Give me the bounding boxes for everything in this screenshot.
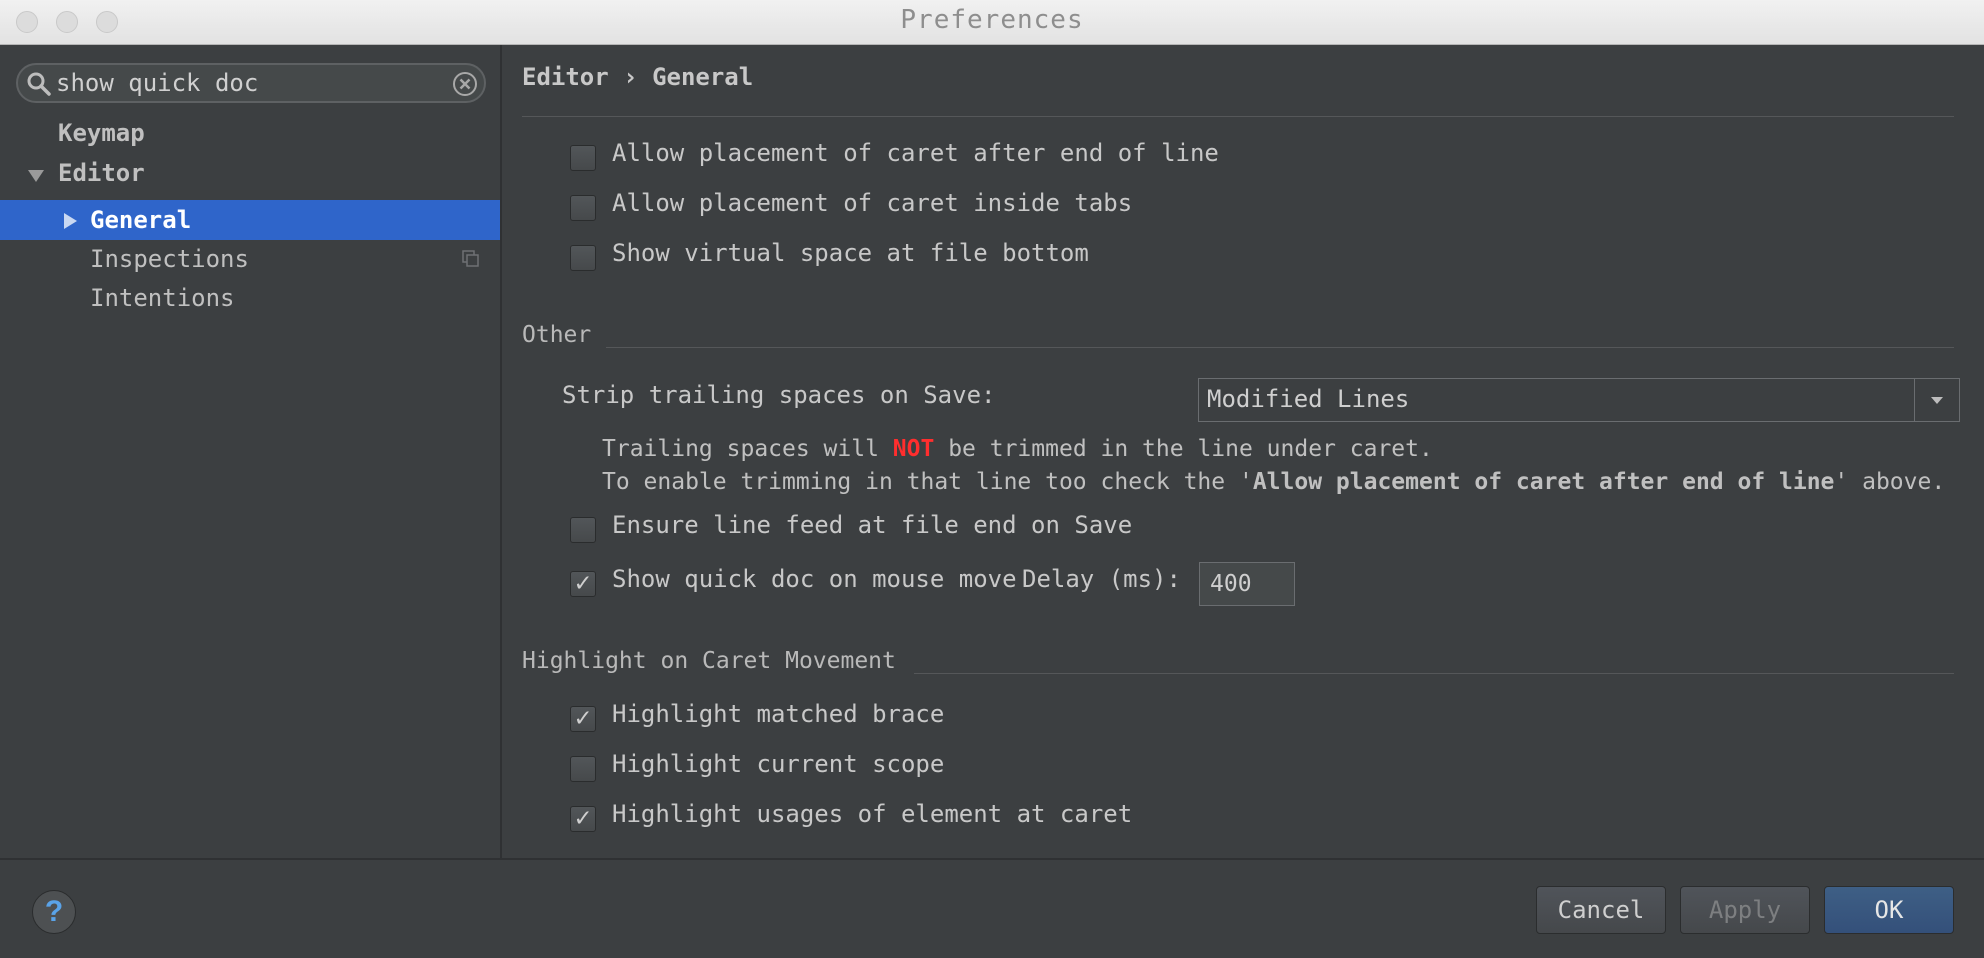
- sidebar-item-editor[interactable]: Editor: [26, 153, 145, 193]
- dialog-footer: ? Cancel Apply OK: [0, 858, 1984, 958]
- hint-emphasis: Allow placement of caret after end of li…: [1252, 469, 1835, 495]
- checkmark-icon: ✓: [575, 703, 591, 733]
- trailing-hint-line2: To enable trimming in that line too chec…: [602, 469, 1945, 495]
- apply-button[interactable]: Apply: [1680, 886, 1810, 934]
- delay-label: Delay (ms):: [1022, 565, 1181, 593]
- sidebar-item-intentions[interactable]: Intentions: [90, 278, 235, 318]
- sidebar-item-label: Editor: [58, 159, 145, 187]
- strip-trailing-select[interactable]: Modified Lines: [1198, 378, 1960, 422]
- ok-button[interactable]: OK: [1824, 886, 1954, 934]
- help-button[interactable]: ?: [32, 890, 76, 934]
- settings-sidebar: Keymap Editor General Inspections Intent…: [0, 45, 502, 858]
- expand-triangle-icon[interactable]: [26, 165, 46, 185]
- group-title-other: Other: [522, 322, 592, 348]
- group-divider: [914, 673, 1954, 674]
- strip-trailing-value: Modified Lines: [1207, 385, 1410, 413]
- checkmark-icon: ✓: [575, 803, 591, 833]
- sidebar-item-keymap[interactable]: Keymap: [58, 113, 145, 153]
- sidebar-item-label: Keymap: [58, 119, 145, 147]
- search-field[interactable]: [16, 63, 486, 103]
- group-title-highlight: Highlight on Caret Movement: [522, 648, 896, 674]
- option-label: Allow placement of caret inside tabs: [612, 189, 1133, 217]
- strip-trailing-label: Strip trailing spaces on Save:: [562, 381, 996, 409]
- window-title: Preferences: [900, 5, 1084, 35]
- checkbox[interactable]: ✓: [570, 568, 596, 598]
- checkbox[interactable]: [570, 517, 596, 543]
- collapse-triangle-icon[interactable]: [60, 211, 80, 231]
- search-icon: [27, 72, 51, 96]
- hint-text: To enable trimming in that line too chec…: [602, 469, 1253, 495]
- breadcrumb-editor[interactable]: Editor: [522, 63, 609, 91]
- settings-content: Editor › General Allow placement of care…: [502, 45, 1984, 858]
- sidebar-item-label: Inspections: [90, 245, 249, 273]
- trailing-hint-line1: Trailing spaces will NOT be trimmed in t…: [602, 436, 1433, 462]
- search-input[interactable]: [56, 65, 446, 101]
- checkbox[interactable]: [570, 245, 596, 271]
- option-label: Highlight usages of element at caret: [612, 800, 1133, 828]
- hint-text: be trimmed in the line under caret.: [934, 436, 1433, 462]
- hint-text: ' above.: [1834, 469, 1946, 495]
- hint-emphasis: NOT: [892, 436, 935, 462]
- group-divider: [522, 116, 1954, 117]
- option-label: Allow placement of caret after end of li…: [612, 139, 1219, 167]
- option-label: Show virtual space at file bottom: [612, 239, 1089, 267]
- help-icon: ?: [44, 895, 64, 928]
- checkmark-icon: ✓: [575, 568, 591, 598]
- checkbox[interactable]: [570, 756, 596, 782]
- hint-text: Trailing spaces will: [602, 436, 893, 462]
- copy-settings-icon: [462, 250, 479, 267]
- breadcrumb-general: General: [652, 63, 754, 91]
- breadcrumb-separator: ›: [623, 63, 638, 91]
- sidebar-item-label: Intentions: [90, 284, 235, 312]
- option-label: Show quick doc on mouse move: [612, 565, 1017, 593]
- sidebar-item-inspections[interactable]: Inspections: [90, 239, 249, 279]
- sidebar-item-general[interactable]: General: [0, 200, 500, 240]
- clear-search-icon[interactable]: [452, 71, 478, 97]
- breadcrumb: Editor › General: [522, 63, 753, 91]
- title-bar: Preferences: [0, 0, 1984, 45]
- checkbox[interactable]: [570, 145, 596, 171]
- dropdown-button[interactable]: [1914, 379, 1959, 421]
- delay-input[interactable]: [1199, 562, 1295, 606]
- chevron-down-icon: [1931, 397, 1943, 404]
- group-divider: [606, 347, 1954, 348]
- sidebar-item-label: General: [90, 206, 192, 234]
- checkbox[interactable]: ✓: [570, 803, 596, 833]
- checkbox[interactable]: [570, 195, 596, 221]
- checkbox[interactable]: ✓: [570, 703, 596, 733]
- option-label: Highlight current scope: [612, 750, 945, 778]
- option-label: Ensure line feed at file end on Save: [612, 511, 1133, 539]
- cancel-button[interactable]: Cancel: [1536, 886, 1666, 934]
- option-label: Highlight matched brace: [612, 700, 945, 728]
